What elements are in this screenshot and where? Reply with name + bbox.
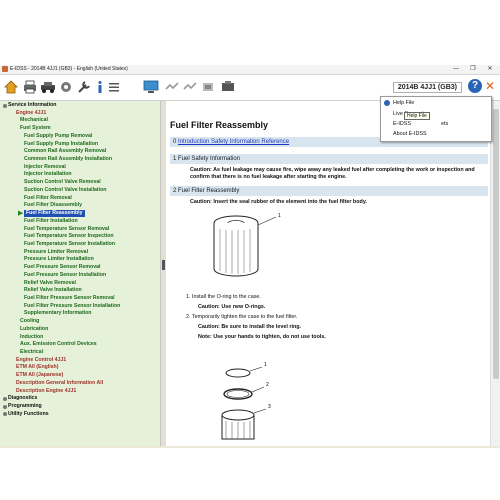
- tree-item-selected[interactable]: Fuel Filter Reassembly: [24, 210, 85, 218]
- tree-engine-group[interactable]: Induction: [20, 334, 43, 341]
- tree-engine-group[interactable]: Lubrication: [20, 326, 48, 333]
- step-2-note: Note: Use your hands to tighten, do not …: [198, 334, 326, 340]
- monitor-icon[interactable]: [142, 79, 160, 95]
- tree-fuel-item[interactable]: Fuel Supply Pump Removal: [24, 133, 92, 140]
- step-1-caution: Caution: Use new O-rings.: [198, 304, 266, 310]
- gear-tool-icon[interactable]: [58, 79, 74, 95]
- tree-fuel-item[interactable]: Fuel Temperature Sensor Removal: [24, 226, 109, 233]
- title-bar: E-IDSS - 2014B 4JJ1 (GB3) - English (Uni…: [0, 65, 500, 75]
- step-2-caution: Caution: Be sure to install the level ri…: [198, 324, 302, 330]
- current-item-arrow-icon: ▶: [18, 210, 24, 218]
- tree-gear-icon: [3, 396, 7, 401]
- print-icon[interactable]: [22, 79, 38, 95]
- tree-root-item[interactable]: Programming: [8, 403, 42, 410]
- menu-item-about[interactable]: About E-IDSS: [393, 131, 427, 137]
- page-title: Fuel Filter Reassembly: [170, 120, 269, 130]
- caution-fuel-leakage: Caution: As fuel leakage may cause fire,…: [190, 167, 475, 180]
- tree-engine-group[interactable]: Electrical: [20, 349, 43, 356]
- tree-fuel-item[interactable]: Fuel Filter Pressure Sensor Installation: [24, 303, 120, 310]
- oring-case-figure: 1 2 3: [216, 359, 286, 446]
- caution-seal-rubber: Caution: Insert the seal rubber of the e…: [190, 199, 367, 205]
- tree-fuel-item[interactable]: Fuel Filter Removal: [24, 195, 72, 202]
- step-2: 2. Temporarily tighten the case to the f…: [186, 314, 298, 320]
- figure-callout-3: 3: [268, 404, 271, 410]
- figure-callout-1: 1: [264, 362, 267, 368]
- menu-item-web-assets-tail: ets: [441, 121, 449, 127]
- content-scrollbar[interactable]: [490, 101, 500, 446]
- window-title: E-IDSS - 2014B 4JJ1 (GB3) - English (Uni…: [10, 66, 128, 72]
- menu-item-web-assets[interactable]: E-IDSS: [393, 121, 411, 127]
- help-menu: Help File Live Support E-IDSS ets About …: [380, 96, 492, 142]
- engine-icon[interactable]: [220, 79, 236, 95]
- tree-gear-icon: [3, 412, 7, 417]
- vehicle-icon[interactable]: [40, 79, 56, 95]
- tree-fuel-item[interactable]: Fuel Pressure Sensor Installation: [24, 272, 106, 279]
- tree-fuel-item[interactable]: Injector Installation: [24, 171, 72, 178]
- tree-fuel-item[interactable]: Fuel Temperature Sensor Installation: [24, 241, 115, 248]
- help-tooltip: Help File: [404, 112, 430, 120]
- tree-engine[interactable]: Engine 4JJ1: [16, 110, 46, 117]
- tree-gear-icon: [3, 404, 7, 409]
- intro-number: 0: [173, 139, 177, 145]
- tree-fuel-item[interactable]: Fuel Pressure Sensor Removal: [24, 264, 100, 271]
- section-header-fuel-safety: 1 Fuel Safety Information: [170, 154, 488, 164]
- tree-gear-icon: [3, 103, 7, 108]
- wrench-icon[interactable]: [76, 79, 92, 95]
- scrollbar-thumb[interactable]: [493, 109, 499, 379]
- tree-fuel-item[interactable]: Relief Valve Removal: [24, 280, 76, 287]
- tree-fuel-item[interactable]: Common Rail Assembly Removal: [24, 148, 106, 155]
- tree-service-information[interactable]: Service Information: [8, 102, 56, 109]
- splitter-grip[interactable]: [162, 260, 165, 270]
- tree-top-item[interactable]: ETM All (Japanese): [16, 372, 63, 379]
- tree-fuel-item[interactable]: Fuel Filter Disassembly: [24, 202, 82, 209]
- app-close-button[interactable]: ✕: [483, 79, 497, 93]
- fuel-filter-figure: 1: [196, 213, 296, 285]
- figure-callout-2: 2: [266, 382, 269, 388]
- list-icon[interactable]: [107, 79, 121, 95]
- tree-fuel-item[interactable]: Pressure Limiter Removal: [24, 249, 88, 256]
- tree-root-item[interactable]: Diagnostics: [8, 395, 37, 402]
- figure-callout: 1: [278, 213, 281, 219]
- document-pane: Fuel Filter Reassembly 0 Introduction Sa…: [166, 101, 490, 446]
- info-icon[interactable]: [94, 79, 106, 95]
- tree-top-item[interactable]: Description Engine 4JJ1: [16, 388, 76, 395]
- tree-fuel-item[interactable]: Relief Valve Installation: [24, 287, 82, 294]
- tree-fuel-item[interactable]: Fuel Filter Pressure Sensor Removal: [24, 295, 115, 302]
- app-icon: [2, 66, 8, 72]
- application-window: E-IDSS - 2014B 4JJ1 (GB3) - English (Uni…: [0, 65, 500, 448]
- flash-icon[interactable]: [182, 79, 198, 95]
- window-close-button[interactable]: ✕: [482, 65, 498, 74]
- help-file-icon: [384, 100, 390, 106]
- tree-fuel-item[interactable]: Fuel Supply Pump Installation: [24, 141, 98, 148]
- tree-items: Service Information Engine 4JJ1 Mechanical…: [0, 101, 160, 446]
- intro-link[interactable]: Introduction Safety Information Referenc…: [178, 139, 289, 145]
- tree-mechanical[interactable]: Mechanical: [20, 117, 48, 124]
- tree-root-item[interactable]: Utility Functions: [8, 411, 49, 418]
- signal-icon[interactable]: [164, 79, 180, 95]
- home-icon[interactable]: [3, 79, 19, 95]
- vehicle-indicator: 2014B 4JJ1 (GB3): [392, 82, 462, 93]
- tree-engine-group[interactable]: Aux. Emission Control Devices: [20, 341, 97, 348]
- help-button[interactable]: ?: [468, 79, 482, 93]
- minimize-button[interactable]: —: [448, 65, 464, 74]
- upload-icon[interactable]: [200, 79, 216, 95]
- tree-fuel-system[interactable]: Fuel System: [20, 125, 51, 132]
- tree-fuel-item[interactable]: Fuel Filter Installation: [24, 218, 78, 225]
- tree-fuel-item[interactable]: Fuel Temperature Sensor Inspection: [24, 233, 114, 240]
- tree-engine-group[interactable]: Cooling: [20, 318, 39, 325]
- step-1: 1. Install the O-ring to the case.: [186, 294, 261, 300]
- tree-top-item[interactable]: Engine Control 4JJ1: [16, 357, 66, 364]
- tree-fuel-item[interactable]: Pressure Limiter Installation: [24, 256, 94, 263]
- menu-item-help-file[interactable]: Help File: [393, 100, 414, 106]
- maximize-button[interactable]: ❐: [465, 65, 481, 74]
- tree-fuel-item[interactable]: Suction Control Valve Removal: [24, 179, 101, 186]
- tree-fuel-item[interactable]: Supplementary Information: [24, 310, 91, 317]
- tree-fuel-item[interactable]: Suction Control Valve Installation: [24, 187, 106, 194]
- tree-top-item[interactable]: Description General Information All: [16, 380, 103, 387]
- tree-fuel-item[interactable]: Injector Removal: [24, 164, 66, 171]
- tree-fuel-item[interactable]: Common Rail Assembly Installation: [24, 156, 112, 163]
- section-header-reassembly: 2 Fuel Filter Reassembly: [170, 186, 488, 196]
- tree-top-item[interactable]: ETM All (English): [16, 364, 58, 371]
